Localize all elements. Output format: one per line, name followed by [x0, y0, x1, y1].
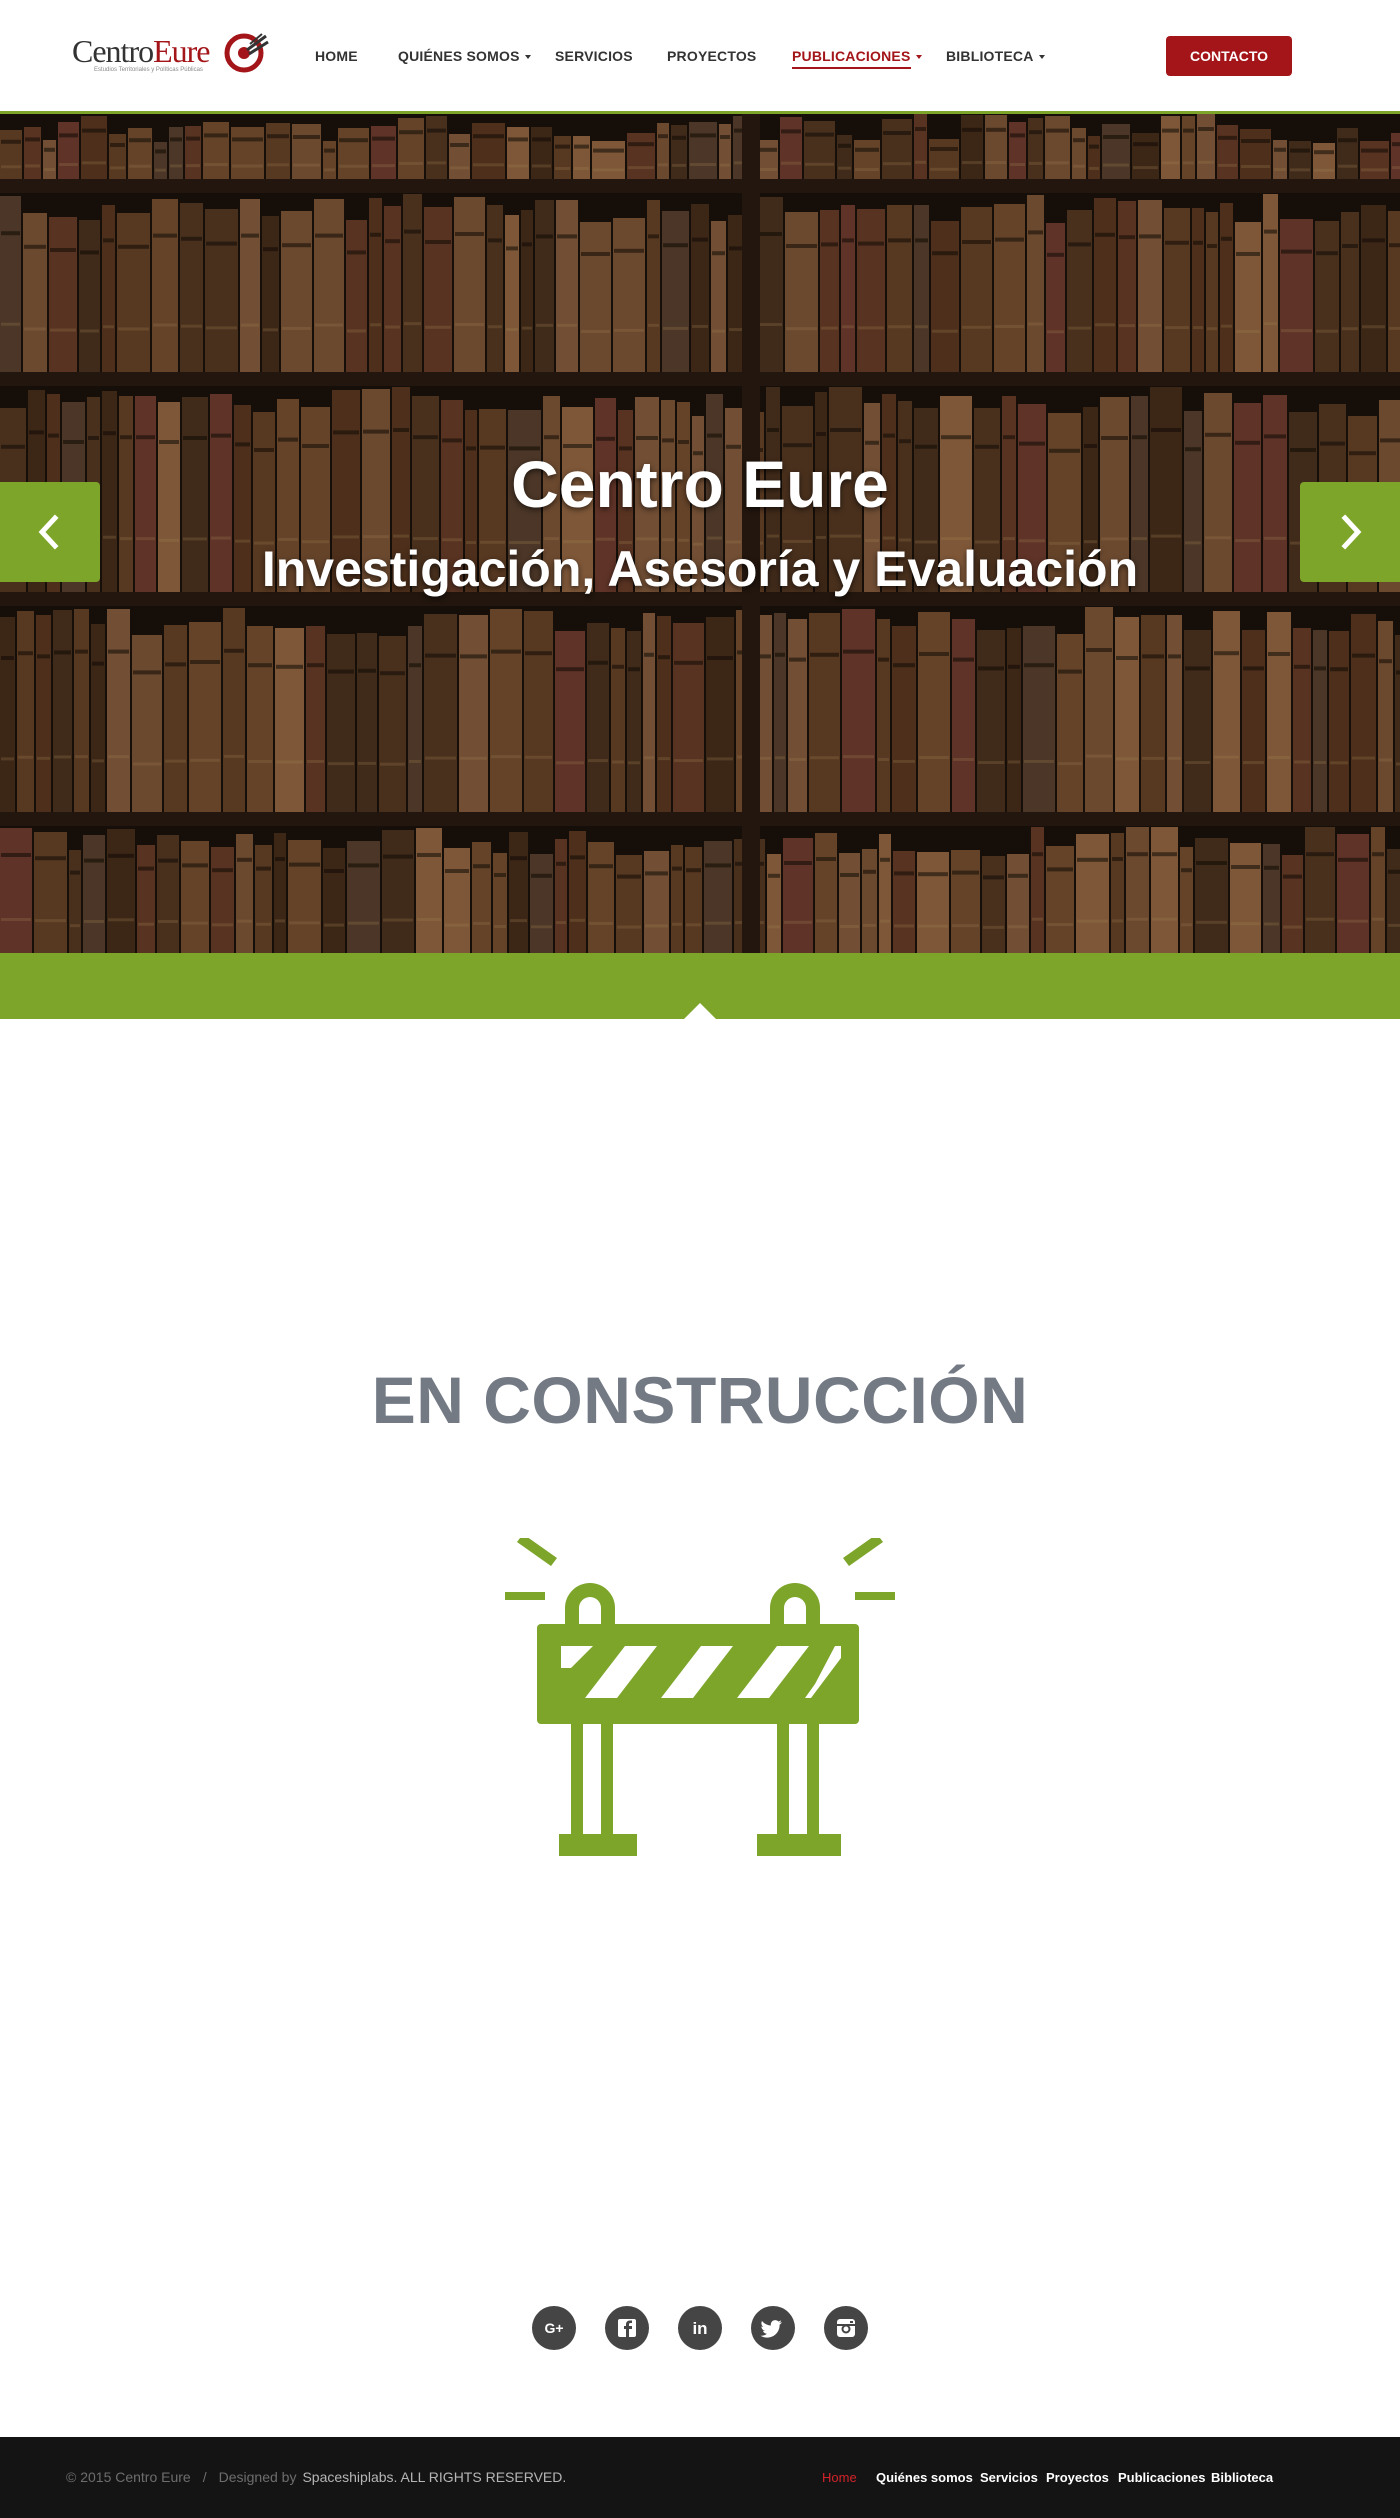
footer-link-quienes-somos[interactable]: Quiénes somos: [876, 2437, 973, 2518]
google-plus-icon[interactable]: G+: [532, 2306, 576, 2350]
nav-item-biblioteca[interactable]: BIBLIOTECA: [946, 46, 1045, 66]
caret-down-icon: [1038, 55, 1045, 60]
chevron-left-icon: [38, 514, 59, 550]
footer-copyright: © 2015 Centro Eure / Designed by Spaceshipl…: [66, 2469, 567, 2485]
hero-overlay: [0, 114, 1400, 953]
slider-next-button[interactable]: [1300, 482, 1400, 582]
nav-item-proyectos[interactable]: PROYECTOS: [667, 46, 756, 66]
instagram-icon[interactable]: [824, 2306, 868, 2350]
facebook-icon[interactable]: [605, 2306, 649, 2350]
caret-down-icon: [915, 55, 922, 60]
logo-wordmark: CentroEure: [72, 33, 211, 69]
strip-notch: [683, 1003, 717, 1020]
contact-button[interactable]: CONTACTO: [1166, 36, 1292, 76]
footer-link-home[interactable]: Home: [822, 2437, 857, 2518]
footer-link-proyectos[interactable]: Proyectos: [1046, 2437, 1109, 2518]
hero-slider: Centro Eure Investigación, Asesoría y Ev…: [0, 114, 1400, 953]
site-header: CentroEure Estudios Territoriales y Polí…: [0, 0, 1400, 114]
construction-heading: EN CONSTRUCCIÓN: [371, 1363, 1029, 1437]
footer-link-servicios[interactable]: Servicios: [980, 2437, 1038, 2518]
nav-item-home[interactable]: HOME: [315, 46, 358, 66]
twitter-icon[interactable]: [751, 2306, 795, 2350]
nav-item-publicaciones[interactable]: PUBLICACIONES: [792, 46, 922, 69]
chevron-right-icon: [1341, 514, 1362, 550]
footer-link-publicaciones[interactable]: Publicaciones: [1118, 2437, 1205, 2518]
logo-tagline: Estudios Territoriales y Políticas Públi…: [94, 67, 203, 73]
nav-item-servicios[interactable]: SERVICIOS: [555, 46, 633, 66]
hero-subtitle: Investigación, Asesoría y Evaluación: [261, 541, 1139, 597]
designer-link[interactable]: Spaceshiplabs. ALL RIGHTS RESERVED.: [302, 2469, 566, 2485]
logo-mark-icon: [224, 33, 269, 73]
nav-item-quienes-somos[interactable]: QUIÉNES SOMOS: [398, 46, 531, 66]
slider-prev-button[interactable]: [0, 482, 100, 582]
footer-link-biblioteca[interactable]: Biblioteca: [1211, 2437, 1273, 2518]
svg-text:G+: G+: [544, 2320, 563, 2336]
svg-text:in: in: [692, 2319, 707, 2338]
hero-title: Centro Eure: [511, 447, 889, 521]
site-footer: © 2015 Centro Eure / Designed by Spaceshipl…: [0, 2437, 1400, 2518]
road-barrier-icon: [505, 1538, 895, 1856]
linkedin-icon[interactable]: in: [678, 2306, 722, 2350]
caret-down-icon: [524, 55, 531, 60]
logo[interactable]: CentroEure Estudios Territoriales y Polí…: [72, 30, 272, 78]
